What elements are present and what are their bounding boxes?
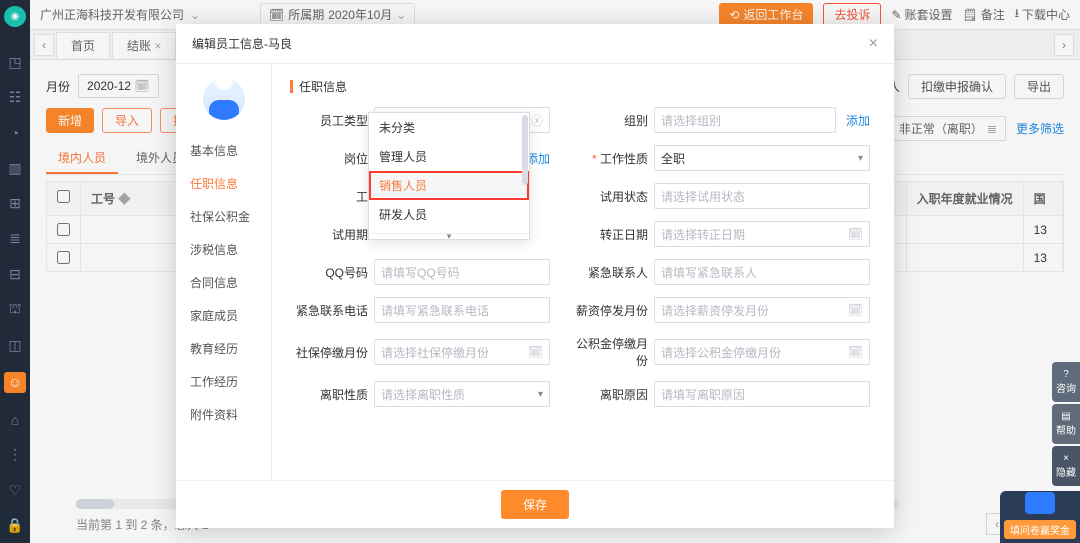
chevron-down-icon: ▾ — [538, 389, 543, 400]
pf-stop-month-picker[interactable]: 请选择公积金停缴月份🗓 — [654, 339, 870, 365]
dropdown-option[interactable]: 管理人员 — [369, 142, 529, 171]
float-hide[interactable]: ×隐藏 — [1052, 446, 1080, 486]
edit-employee-modal: 编辑员工信息-马良 × 基本信息 任职信息 社保公积金 涉税信息 合同信息 家庭… — [176, 24, 894, 528]
modal-header: 编辑员工信息-马良 × — [176, 24, 894, 64]
work-nature-select[interactable]: 全职▾ — [654, 145, 870, 171]
chevron-down-icon: ▾ — [858, 153, 863, 164]
sidenav-tax[interactable]: 涉税信息 — [176, 233, 271, 266]
emergency-phone-input[interactable]: 请填写紧急联系电话 — [374, 297, 550, 323]
field-si-stop-month: 社保停缴月份 请选择社保停缴月份🗓 — [290, 335, 550, 369]
field-group: 组别 请选择组别 添加 — [570, 107, 870, 133]
float-help[interactable]: ▤帮助 — [1052, 404, 1080, 444]
emp-type-dropdown: 未分类 管理人员 销售人员 研发人员 车间人员 临时员工 ▾ — [368, 112, 530, 240]
avatar — [203, 78, 245, 120]
sidenav-basic[interactable]: 基本信息 — [176, 134, 271, 167]
field-salary-stop-month: 薪资停发月份 请选择薪资停发月份🗓 — [570, 297, 870, 323]
leave-type-select[interactable]: 请选择离职性质▾ — [374, 381, 550, 407]
sidenav-contract[interactable]: 合同信息 — [176, 266, 271, 299]
question-icon: ? — [1063, 369, 1069, 380]
probation-status-select[interactable]: 请选择试用状态 — [654, 183, 870, 209]
field-regular-date: 转正日期 请选择转正日期🗓 — [570, 221, 870, 247]
sidenav-work[interactable]: 工作经历 — [176, 365, 271, 398]
dropdown-option[interactable]: 车间人员 — [369, 229, 529, 233]
sidenav-education[interactable]: 教育经历 — [176, 332, 271, 365]
field-qq: QQ号码 请填写QQ号码 — [290, 259, 550, 285]
si-stop-month-picker[interactable]: 请选择社保停缴月份🗓 — [374, 339, 550, 365]
field-emergency-phone: 紧急联系电话 请填写紧急联系电话 — [290, 297, 550, 323]
modal-side-nav: 基本信息 任职信息 社保公积金 涉税信息 合同信息 家庭成员 教育经历 工作经历… — [176, 64, 272, 480]
calendar-icon: 🗓 — [528, 345, 543, 359]
dropdown-scrollbar[interactable] — [522, 115, 528, 185]
sidenav-si-pf[interactable]: 社保公积金 — [176, 200, 271, 233]
promo-banner[interactable]: 填问卷赢奖金 — [1000, 491, 1080, 543]
modal-close-button[interactable]: × — [869, 35, 878, 53]
salary-stop-month-picker[interactable]: 请选择薪资停发月份🗓 — [654, 297, 870, 323]
field-work-nature: 工作性质 全职▾ — [570, 145, 870, 171]
dropdown-option-selected[interactable]: 销售人员 — [369, 171, 529, 200]
modal-form: 任职信息 员工类型 销售人员ⓧ 组别 请选择组别 添加 岗位 添加 — [272, 64, 894, 480]
save-button[interactable]: 保存 — [501, 490, 569, 519]
group-select[interactable]: 请选择组别 — [654, 107, 836, 133]
doc-icon: ▤ — [1061, 411, 1070, 422]
promo-text: 填问卷赢奖金 — [1004, 520, 1076, 539]
sidenav-family[interactable]: 家庭成员 — [176, 299, 271, 332]
field-probation-status: 试用状态 请选择试用状态 — [570, 183, 870, 209]
float-consult[interactable]: ?咨询 — [1052, 362, 1080, 402]
dropdown-option[interactable]: 研发人员 — [369, 200, 529, 229]
sidenav-attachment[interactable]: 附件资料 — [176, 398, 271, 431]
qq-input[interactable]: 请填写QQ号码 — [374, 259, 550, 285]
field-leave-reason: 离职原因 请填写离职原因 — [570, 381, 870, 407]
dropdown-option[interactable]: 未分类 — [369, 113, 529, 142]
side-float-panel: ?咨询 ▤帮助 ×隐藏 — [1052, 362, 1080, 486]
emergency-contact-input[interactable]: 请填写紧急联系人 — [654, 259, 870, 285]
dropdown-more-indicator[interactable]: ▾ — [369, 233, 529, 239]
clear-icon[interactable]: ⓧ — [531, 112, 543, 129]
close-icon: × — [1063, 453, 1069, 464]
modal-title: 编辑员工信息-马良 — [192, 35, 292, 52]
leave-reason-input[interactable]: 请填写离职原因 — [654, 381, 870, 407]
regular-date-picker[interactable]: 请选择转正日期🗓 — [654, 221, 870, 247]
field-leave-type: 离职性质 请选择离职性质▾ — [290, 381, 550, 407]
field-emergency-contact: 紧急联系人 请填写紧急联系人 — [570, 259, 870, 285]
modal-footer: 保存 — [176, 480, 894, 528]
group-add-link[interactable]: 添加 — [846, 112, 870, 129]
calendar-icon: 🗓 — [848, 227, 863, 241]
calendar-icon: 🗓 — [848, 345, 863, 359]
section-header: 任职信息 — [290, 78, 876, 95]
sidenav-position[interactable]: 任职信息 — [176, 167, 271, 200]
calendar-icon: 🗓 — [848, 303, 863, 317]
field-pf-stop-month: 公积金停缴月份 请选择公积金停缴月份🗓 — [570, 335, 870, 369]
promo-card-icon — [1025, 492, 1055, 514]
